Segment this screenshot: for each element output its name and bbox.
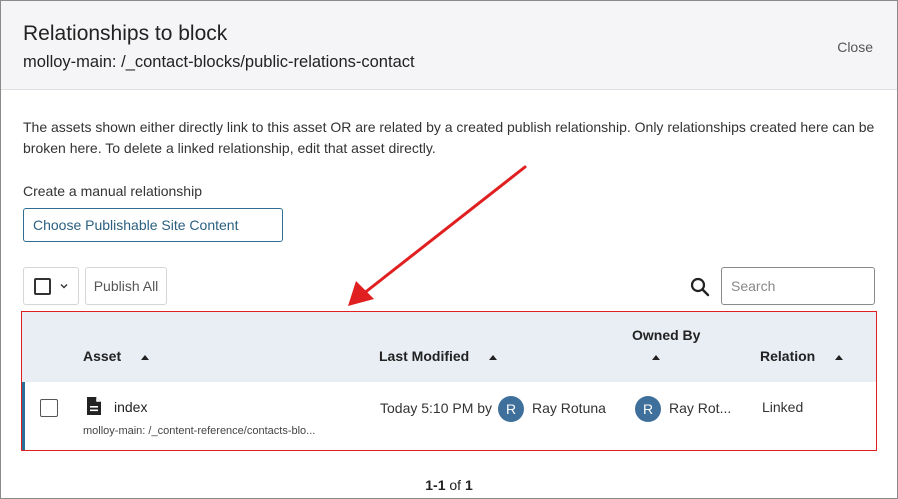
relation-value: Linked <box>762 399 804 415</box>
close-button[interactable]: Close <box>837 39 873 55</box>
table-row[interactable]: index molloy-main: /_content-reference/c… <box>22 382 876 450</box>
avatar: R <box>635 396 661 422</box>
modal-header: Relationships to block molloy-main: /_co… <box>1 1 897 90</box>
choose-content-button[interactable]: Choose Publishable Site Content <box>23 208 283 242</box>
sort-asc-icon <box>835 354 844 360</box>
asset-name-link[interactable]: index <box>114 399 147 415</box>
column-header-asset[interactable]: Asset <box>83 348 150 364</box>
sort-asc-icon[interactable] <box>652 355 660 360</box>
select-all-checkbox[interactable] <box>34 278 51 295</box>
last-modified-text: Today 5:10 PM by <box>380 400 493 416</box>
page-range: 1-1 <box>425 477 446 493</box>
chevron-down-icon <box>60 284 68 289</box>
avatar: R <box>498 396 524 422</box>
relationships-modal: Relationships to block molloy-main: /_co… <box>0 0 898 499</box>
description-text: The assets shown either directly link to… <box>23 119 875 156</box>
publish-all-button[interactable]: Publish All <box>85 267 167 305</box>
document-icon <box>87 397 101 415</box>
sort-asc-icon <box>489 354 498 360</box>
page-total: 1 <box>464 477 473 493</box>
owned-by-header-label: Owned By <box>632 327 701 343</box>
modal-title: Relationships to block <box>23 22 228 45</box>
column-header-last-modified[interactable]: Last Modified <box>379 348 498 364</box>
pagination-of: of <box>449 477 462 493</box>
asset-path: molloy-main: /_content-reference/contact… <box>83 425 316 437</box>
search-input[interactable] <box>721 267 875 305</box>
sort-asc-icon <box>141 354 150 360</box>
modified-by-name: Ray Rotuna <box>532 400 606 416</box>
table-header: Asset Last Modified Owned By Relation <box>22 312 876 382</box>
column-header-relation[interactable]: Relation <box>760 348 844 364</box>
relationships-table: Asset Last Modified Owned By Relation in… <box>21 311 877 451</box>
select-all-dropdown[interactable] <box>23 267 79 305</box>
column-header-owned-by[interactable]: Owned By <box>632 327 700 343</box>
owner-name: Ray Rot... <box>669 400 732 416</box>
asset-header-label: Asset <box>83 348 122 364</box>
relation-header-label: Relation <box>760 348 816 364</box>
last-modified-header-label: Last Modified <box>379 348 470 364</box>
pagination: 1-1 of 1 <box>1 477 897 493</box>
create-relationship-label: Create a manual relationship <box>23 183 202 199</box>
row-checkbox[interactable] <box>40 399 58 417</box>
search-icon[interactable] <box>690 277 710 297</box>
modal-subtitle: molloy-main: /_contact-blocks/public-rel… <box>23 53 415 71</box>
